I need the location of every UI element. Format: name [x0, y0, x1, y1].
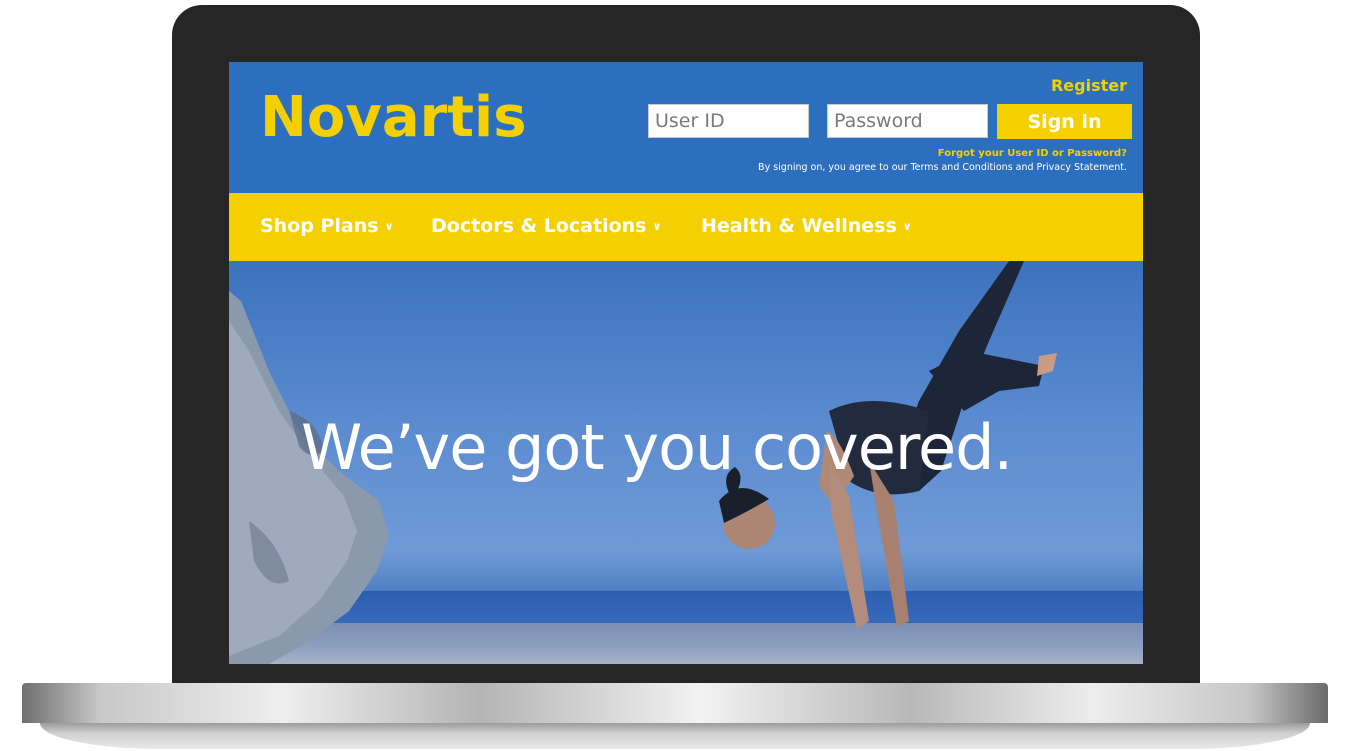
- terms-notice: By signing on, you agree to our Terms an…: [758, 162, 1127, 173]
- nav-item-health-wellness[interactable]: Health & Wellness ∨: [701, 215, 912, 237]
- hero-headline: We’ve got you covered.: [301, 411, 1013, 484]
- site-header: Novartis Register Sign in Forgot your Us…: [229, 62, 1143, 193]
- nav-item-label: Shop Plans: [260, 215, 379, 237]
- chevron-down-icon: ∨: [384, 220, 394, 233]
- userid-input[interactable]: [648, 104, 809, 138]
- chevron-down-icon: ∨: [902, 220, 912, 233]
- laptop-base-lip: [40, 723, 1310, 749]
- password-input[interactable]: [827, 104, 988, 138]
- nav-item-doctors-locations[interactable]: Doctors & Locations ∨: [431, 215, 661, 237]
- nav-item-label: Doctors & Locations: [431, 215, 647, 237]
- nav-item-shop-plans[interactable]: Shop Plans ∨: [260, 215, 394, 237]
- laptop-base: [22, 683, 1328, 723]
- laptop-screen: Novartis Register Sign in Forgot your Us…: [229, 62, 1143, 664]
- forgot-credentials-link[interactable]: Forgot your User ID or Password?: [938, 148, 1127, 159]
- nav-item-label: Health & Wellness: [701, 215, 897, 237]
- main-nav: Shop Plans ∨ Doctors & Locations ∨ Health …: [229, 193, 1143, 261]
- chevron-down-icon: ∨: [652, 220, 662, 233]
- sign-in-button[interactable]: Sign in: [997, 104, 1132, 139]
- brand-logo[interactable]: Novartis: [260, 90, 527, 146]
- register-link[interactable]: Register: [1051, 76, 1127, 95]
- hero-banner: We’ve got you covered.: [229, 261, 1143, 664]
